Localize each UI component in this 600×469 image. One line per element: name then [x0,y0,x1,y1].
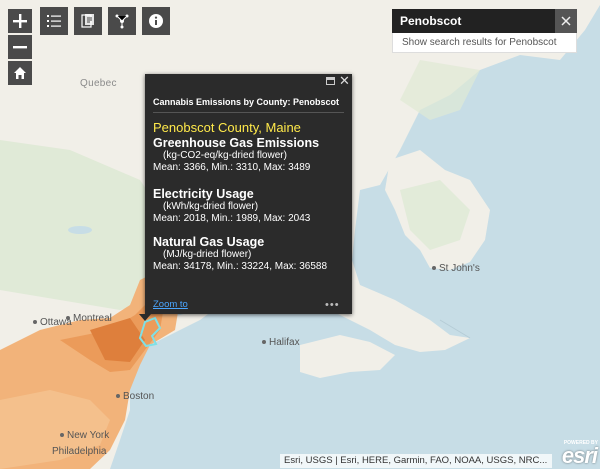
layers-button[interactable] [74,7,102,35]
more-options-button[interactable]: ••• [325,299,340,311]
natural-gas-values: Mean: 34178, Min.: 33224, Max: 36588 [153,261,328,272]
electricity-section: Electricity Usage (kWh/kg-dried flower) … [153,187,349,225]
ghg-section: Greenhouse Gas Emissions (kg-CO2-eq/kg-d… [153,136,349,174]
electricity-unit: (kWh/kg-dried flower) [163,201,259,212]
ghg-unit: (kg-CO2-eq/kg-dried flower) [163,150,287,161]
feature-popup: ✕ Cannabis Emissions by County: Penobsco… [145,74,352,314]
popup-divider [153,112,344,113]
ghg-values: Mean: 3366, Min.: 3310, Max: 3489 [153,162,311,173]
close-icon [561,16,571,26]
list-icon [47,15,61,27]
ghg-heading: Greenhouse Gas Emissions [153,136,320,150]
legend-button[interactable] [40,7,68,35]
label-montreal: Montreal [66,313,112,324]
label-boston: Boston [116,391,154,402]
maximize-icon[interactable] [326,77,335,85]
info-button[interactable] [142,7,170,35]
natural-gas-heading: Natural Gas Usage [153,235,265,249]
natural-gas-section: Natural Gas Usage (MJ/kg-dried flower) M… [153,235,349,273]
plus-icon [13,14,27,28]
natural-gas-unit: (MJ/kg-dried flower) [163,249,252,260]
search-suggestion[interactable]: Show search results for Penobscot [392,33,577,53]
home-button[interactable] [8,61,32,85]
layers-icon [81,14,94,28]
label-philadelphia: Philadelphia [52,446,107,457]
esri-wordmark: esri [561,443,598,468]
popup-county-title: Penobscot County, Maine [153,120,301,135]
minus-icon [13,46,27,49]
popup-pointer [139,314,151,321]
label-quebec: Quebec [80,78,117,89]
electricity-heading: Electricity Usage [153,187,254,201]
share-button[interactable] [108,7,136,35]
popup-close-button[interactable]: ✕ [339,74,350,87]
electricity-values: Mean: 2018, Min.: 1989, Max: 2043 [153,213,311,224]
label-new-york: New York [60,430,109,441]
search-box [392,9,577,33]
label-halifax: Halifax [262,337,300,348]
search-input[interactable] [392,9,554,33]
zoom-out-button[interactable] [8,35,32,59]
label-st-johns: St John's [432,263,480,274]
map-attribution[interactable]: Esri, USGS | Esri, HERE, Garmin, FAO, NO… [280,454,552,468]
popup-title: Cannabis Emissions by County: Penobscot [153,97,340,107]
zoom-to-link[interactable]: Zoom to [153,299,188,310]
search-clear-button[interactable] [555,9,577,33]
esri-logo[interactable]: POWERED BY esri [556,440,598,468]
home-icon [14,67,26,79]
info-icon [149,14,163,28]
zoom-in-button[interactable] [8,9,32,33]
share-icon [115,14,129,29]
